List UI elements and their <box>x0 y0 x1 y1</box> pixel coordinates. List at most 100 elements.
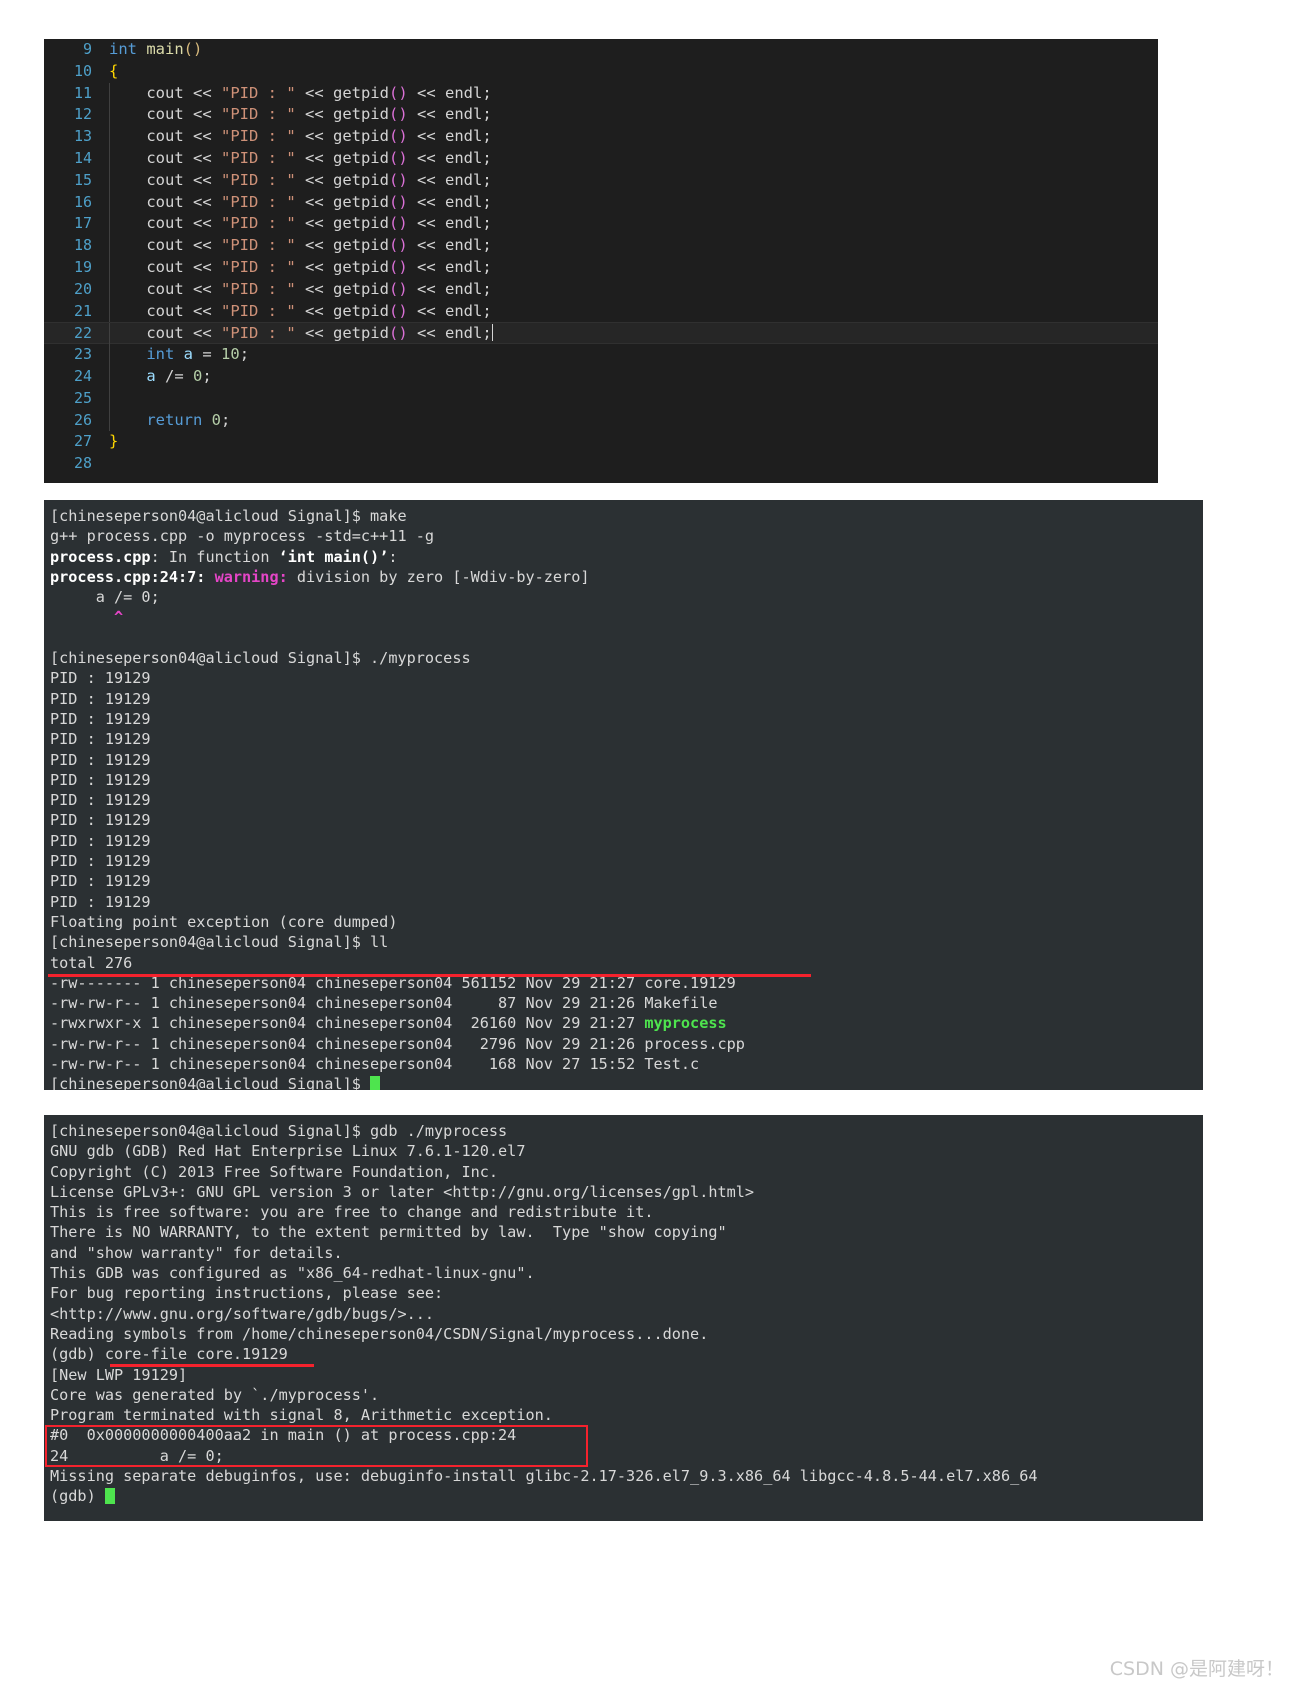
code-token: << <box>295 279 333 298</box>
code-line[interactable]: 23 int a = 10; <box>44 344 1158 366</box>
code-token: << <box>193 214 221 233</box>
code-line[interactable]: 24 a /= 0; <box>44 365 1158 388</box>
shell-command: gdb ./myprocess <box>370 1122 508 1140</box>
terminal-line: For bug reporting instructions, please s… <box>50 1283 1203 1303</box>
terminal-text: process.cpp:24:7: <box>50 567 215 586</box>
code-token: << <box>193 170 221 189</box>
terminal-text: <http://www.gnu.org/software/gdb/bugs/>.… <box>50 1304 435 1323</box>
code-token: a <box>183 345 194 364</box>
terminal-line: PID : 19129 <box>50 810 1203 830</box>
line-number: 19 <box>73 257 92 276</box>
code-token: getpid <box>332 105 389 124</box>
code-token: << endl; <box>407 105 492 124</box>
code-token: getpid <box>332 214 389 233</box>
code-token: ) <box>398 148 408 167</box>
code-line[interactable]: 16 cout << "PID : " << getpid() << endl; <box>44 191 1158 214</box>
code-line[interactable]: 13 cout << "PID : " << getpid() << endl; <box>44 126 1158 148</box>
code-line[interactable]: 27} <box>44 431 1158 453</box>
terminal-line: PID : 19129 <box>50 668 1203 688</box>
code-line[interactable]: 10 { <box>44 61 1158 83</box>
terminal-line: PID : 19129 <box>50 851 1203 871</box>
code-line[interactable]: 12 cout << "PID : " << getpid() << endl; <box>44 104 1158 127</box>
terminal-text: For bug reporting instructions, please s… <box>50 1284 444 1303</box>
terminal-line: There is NO WARRANTY, to the extent perm… <box>50 1222 1203 1242</box>
code-line[interactable]: 26 return 0; <box>44 409 1158 432</box>
code-token: << endl; <box>407 324 492 343</box>
terminal-text: ‘int main()’ <box>278 547 389 566</box>
code-text <box>108 387 1158 410</box>
terminal-text: PID : 19129 <box>50 730 151 749</box>
code-token: ; <box>221 410 231 429</box>
code-token: return <box>146 410 203 429</box>
code-line[interactable]: 17 cout << "PID : " << getpid() << endl; <box>44 213 1158 236</box>
code-token: ) <box>398 214 408 233</box>
terminal-text: PID : 19129 <box>50 831 151 850</box>
code-token: "PID : " <box>221 105 296 124</box>
terminal-text: ^ <box>114 608 124 627</box>
terminal-cursor <box>104 1488 115 1505</box>
shell-command: make <box>370 507 407 525</box>
terminal-text: #0 0x0000000000400aa2 in main () at proc… <box>50 1426 517 1445</box>
line-number: 23 <box>73 345 92 364</box>
line-number: 22 <box>73 324 92 343</box>
code-line[interactable]: 22 cout << "PID : " << getpid() << endl; <box>44 322 1158 346</box>
terminal-line: (gdb) core-file core.19129 <box>50 1344 1203 1364</box>
terminal-line: PID : 19129 <box>50 709 1203 729</box>
shell-command: ll <box>370 933 389 952</box>
code-line[interactable]: 28 <box>44 453 1158 475</box>
code-token: ; <box>202 366 212 385</box>
code-token: ) <box>398 127 408 146</box>
code-text: { <box>108 61 1158 83</box>
code-line[interactable]: 9 int main() <box>44 39 1158 61</box>
code-token: << <box>193 236 221 255</box>
terminal-line: [chineseperson04@alicloud Signal]$ <box>50 1074 1203 1090</box>
code-token: << <box>295 301 333 320</box>
code-token: "PID : " <box>221 301 296 320</box>
terminal-line: -rwxrwxr-x 1 chineseperson04 chinesepers… <box>50 1013 1203 1033</box>
line-number: 10 <box>73 61 92 80</box>
code-line[interactable]: 11 cout << "PID : " << getpid() << endl; <box>44 82 1158 105</box>
terminal-text: PID : 19129 <box>50 669 151 688</box>
code-token: << <box>193 83 221 102</box>
terminal-line: License GPLv3+: GNU GPL version 3 or lat… <box>50 1182 1203 1202</box>
terminal-text: division by zero [-Wdiv-by-zero] <box>287 567 590 586</box>
terminal-text: 24 a /= 0; <box>50 1446 224 1465</box>
code-token: ( <box>388 214 399 233</box>
code-text: cout << "PID : " << getpid() << endl; <box>108 213 1158 236</box>
code-token: ( <box>388 257 399 276</box>
code-line[interactable]: 21 cout << "PID : " << getpid() << endl; <box>44 300 1158 323</box>
code-line[interactable]: 19 cout << "PID : " << getpid() << endl; <box>44 256 1158 279</box>
code-token: getpid <box>332 301 389 320</box>
code-text: cout << "PID : " << getpid() << endl; <box>108 126 1158 148</box>
code-token: << endl; <box>407 83 492 102</box>
code-token: ) <box>398 257 408 276</box>
text-cursor <box>491 324 493 342</box>
terminal-run-output[interactable]: [chineseperson04@alicloud Signal]$ make g… <box>44 500 1203 1090</box>
line-number: 16 <box>73 192 92 211</box>
terminal-text: Missing separate debuginfos, use: debugi… <box>50 1467 1038 1486</box>
code-editor[interactable]: 9 int main() 10 {11 cout << "PID : " << get… <box>44 35 1158 483</box>
code-token: getpid <box>332 192 389 211</box>
code-line[interactable]: 18 cout << "PID : " << getpid() << endl; <box>44 235 1158 257</box>
code-line[interactable]: 25 <box>44 387 1158 410</box>
terminal-text: License GPLv3+: GNU GPL version 3 or lat… <box>50 1182 755 1201</box>
line-number: 21 <box>73 301 92 320</box>
terminal-line: 24 a /= 0; <box>50 1446 1203 1466</box>
code-token: << endl; <box>407 148 492 167</box>
code-token: cout <box>109 127 193 146</box>
terminal-line: PID : 19129 <box>50 892 1203 912</box>
code-token: ( <box>388 236 399 255</box>
terminal-line: a /= 0; <box>50 587 1203 607</box>
code-text: int a = 10; <box>108 344 1158 366</box>
code-line[interactable]: 15 cout << "PID : " << getpid() << endl; <box>44 169 1158 192</box>
code-line[interactable]: 14 cout << "PID : " << getpid() << endl; <box>44 147 1158 170</box>
code-token: << <box>295 257 333 276</box>
code-token: cout <box>109 170 193 189</box>
code-line[interactable]: 20 cout << "PID : " << getpid() << endl; <box>44 278 1158 301</box>
terminal-line: <http://www.gnu.org/software/gdb/bugs/>.… <box>50 1304 1203 1324</box>
terminal-gdb-session[interactable]: [chineseperson04@alicloud Signal]$ gdb .… <box>44 1115 1203 1521</box>
code-text: cout << "PID : " << getpid() << endl; <box>108 104 1158 127</box>
